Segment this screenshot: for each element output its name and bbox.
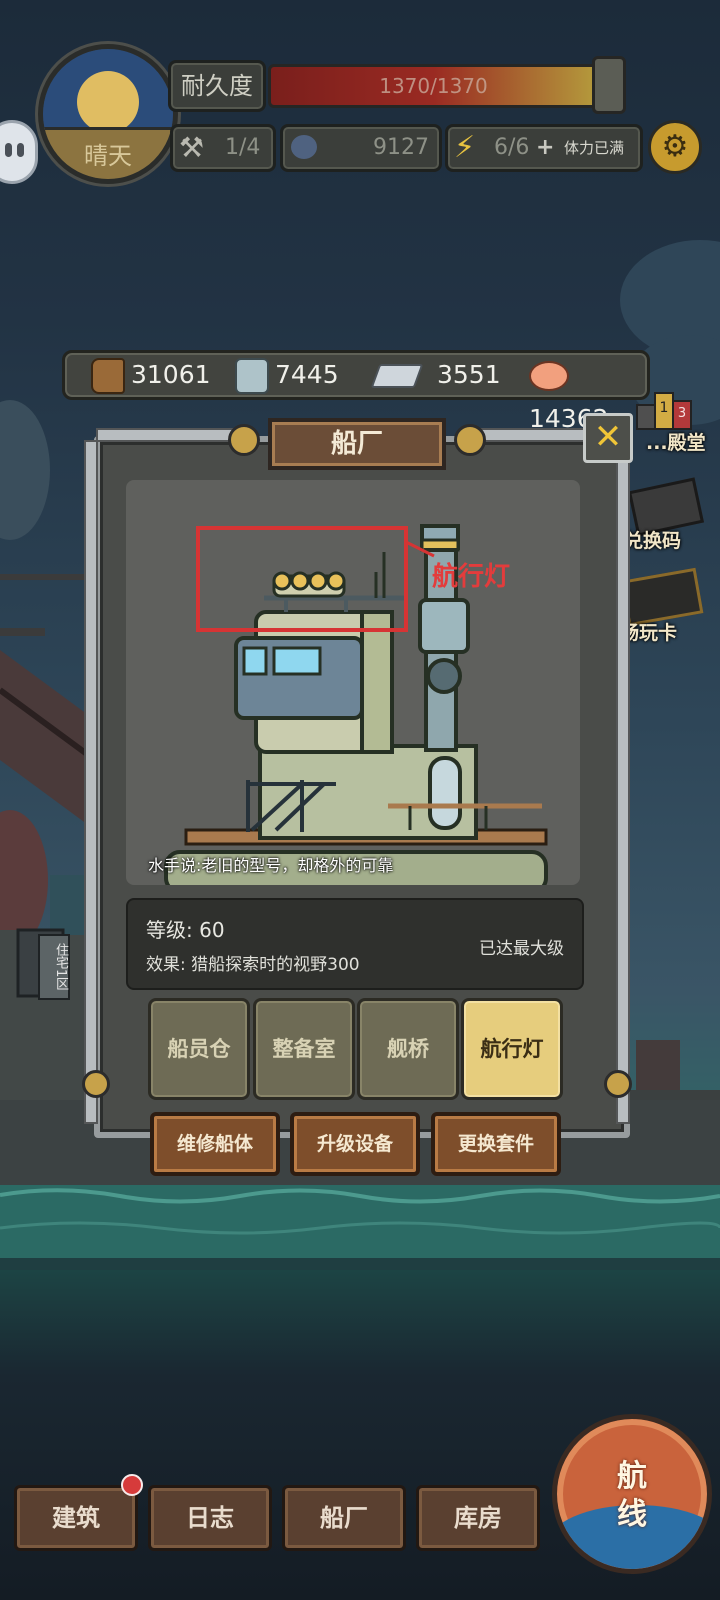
level-info-box: 等级: 60 效果: 猎船探索时的视野300 已达最大级 [126,898,584,990]
resource-lumber: 7445 [235,353,339,397]
pipe-right [616,440,630,1124]
hall-label: ...殿堂 [646,432,706,454]
pipe-top-right [470,428,594,442]
stamina-plus-button[interactable]: + [536,127,554,169]
notification-dot [121,1474,143,1496]
hall-of-fame-button[interactable]: 1 3 ...殿堂 [620,384,720,456]
coins-value: 9127 [373,135,429,160]
lumber-value: 7445 [275,360,339,389]
durability-label: 耐久度 [168,60,266,112]
nav-buildings[interactable]: 建筑 [14,1485,138,1551]
tab-prep-room[interactable]: 整备室 [253,998,355,1100]
tab-nav-lights[interactable]: 航行灯 [461,998,563,1100]
lightning-icon: ⚡ [454,130,476,165]
highlight-box [196,526,408,632]
resource-iron: 3551 [370,353,501,397]
close-button[interactable]: ✕ [583,413,633,463]
weather-indicator[interactable]: 晴天 [38,44,178,184]
resource-bar: 31061 7445 3551 14362 [62,350,650,433]
pipe-joint-icon [604,1070,632,1098]
pipe-joint-icon [454,424,486,456]
weather-label: 晴天 [84,142,132,170]
repair-hull-button[interactable]: 维修船体 [150,1112,280,1176]
highlight-label: 航行灯 [432,562,511,592]
sun-icon [77,71,139,133]
iron-ingot-icon [370,364,424,388]
redeem-code-button[interactable]: 兑换码 [616,477,720,552]
coin-bag-icon [291,135,317,159]
resource-wood: 31061 [91,353,211,397]
pipe-left [84,440,98,1124]
durability-bar-cap [592,56,626,114]
play-pass-button[interactable]: 畅玩卡 [616,567,720,644]
nav-warehouse[interactable]: 库房 [416,1485,540,1551]
redeem-label: 兑换码 [624,530,682,552]
tools-counter[interactable]: ⚒ 1/4 [170,124,276,172]
effect-text: 效果: 猎船探索时的视野300 [146,955,360,975]
level-text: 等级: 60 [146,918,225,942]
durability-bar: 1370/1370 [268,64,599,108]
wood-log-icon [91,358,125,394]
pipe-top-left [96,428,250,442]
stamina-counter[interactable]: ⚡ 6/6 + 体力已满 [445,124,643,172]
podium-rank-3: 3 [672,400,692,430]
pipe-joint-icon [82,1070,110,1098]
residence-sign: 住宅1区 [38,934,70,1000]
nav-shipyard[interactable]: 船厂 [282,1485,406,1551]
stamina-status: 体力已满 [564,139,625,157]
sailor-caption: 水手说:老旧的型号，却格外的可靠 [148,856,394,875]
coins-counter[interactable]: 9127 [280,124,442,172]
tab-crew-cabin[interactable]: 船员仓 [148,998,250,1100]
tools-value: 1/4 [225,135,261,160]
route-label-2: 线 [617,1497,647,1532]
max-level-text: 已达最大级 [479,939,564,959]
eye-right [17,143,24,157]
eye-left [5,143,12,157]
panel-title: 船厂 [268,418,446,470]
change-kit-button[interactable]: 更换套件 [431,1112,561,1176]
podium-rank-1: 1 [654,392,674,430]
stamina-value: 6/6 [494,135,530,160]
trophy-podium-icon: 1 3 [636,390,692,430]
wood-value: 31061 [131,360,211,389]
nav-log[interactable]: 日志 [148,1485,272,1551]
route-button[interactable]: 航 线 [552,1414,712,1574]
pipe-joint-icon [228,424,260,456]
fish-meat-icon [529,361,569,391]
durability-value: 1370/1370 [379,74,488,98]
upgrade-equipment-button[interactable]: 升级设备 [290,1112,420,1176]
settings-gear-icon[interactable]: ⚙ [648,120,702,174]
iron-value: 3551 [437,360,501,389]
tab-bridge[interactable]: 舰桥 [357,998,459,1100]
lumber-icon [235,358,269,394]
hammer-wrench-icon: ⚒ [179,131,205,164]
